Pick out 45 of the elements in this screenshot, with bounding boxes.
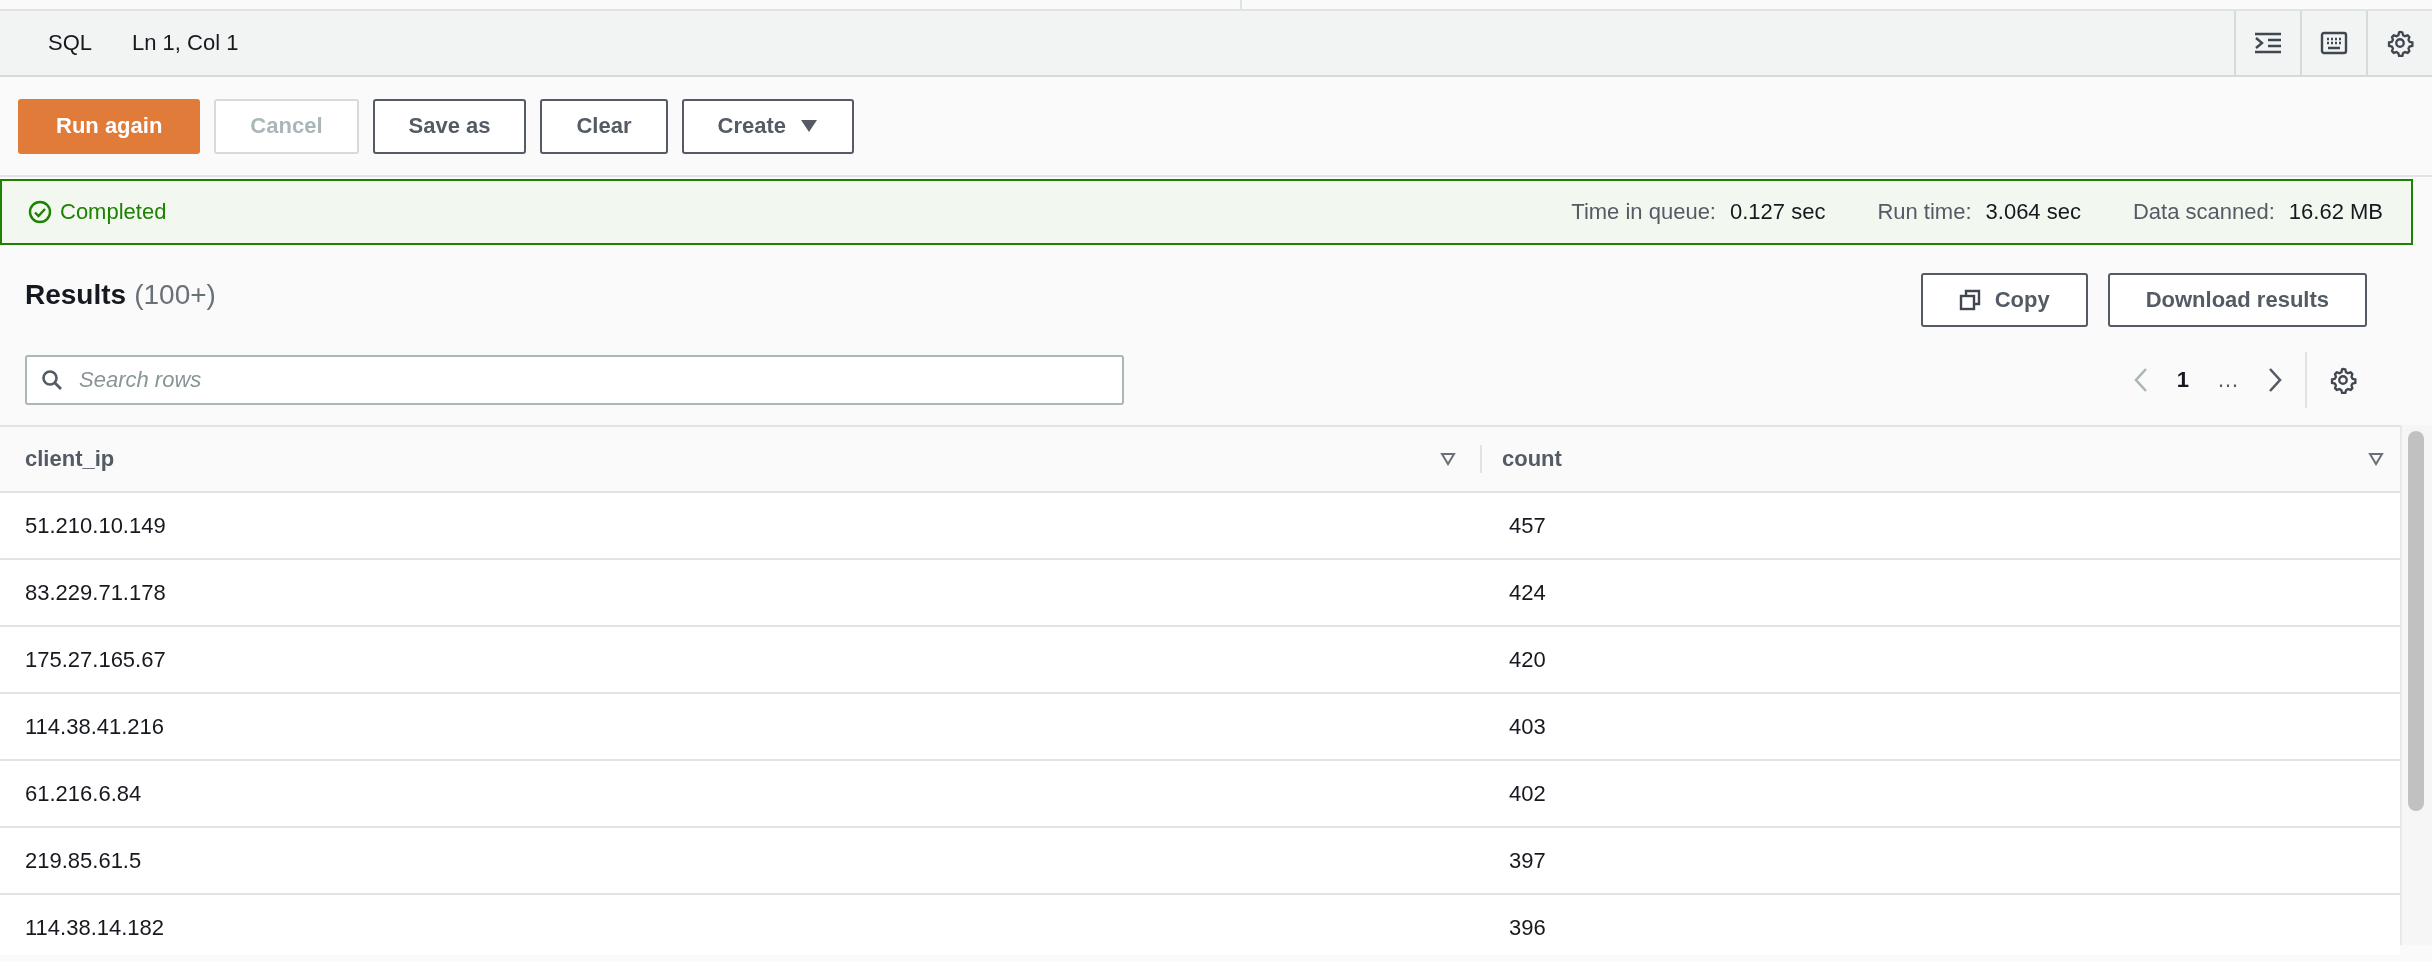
table-cell-text: 420: [1508, 645, 1546, 674]
cursor-position: Ln 1, Col 1: [132, 30, 239, 56]
stat-label: Time in queue:: [1571, 199, 1716, 225]
table-cell-text: 219.85.61.5: [24, 846, 143, 875]
table-cell-text: 457: [1508, 511, 1546, 540]
dropdown-button[interactable]: Create: [681, 98, 854, 154]
results-count: (100+): [134, 279, 216, 310]
table-cell-text: 175.27.165.67: [24, 645, 167, 674]
toolbar-button[interactable]: Clear: [540, 98, 668, 154]
column-header[interactable]: count: [1502, 446, 1562, 472]
stat-value: 3.064 sec: [1985, 199, 2081, 225]
next-page-icon[interactable]: [2267, 367, 2283, 393]
caret-icon: [800, 119, 818, 133]
column-header[interactable]: client_ip: [25, 446, 115, 472]
table-cell-text: 396: [1508, 913, 1546, 942]
language-label: SQL: [48, 30, 93, 56]
results-title: Results: [25, 279, 127, 310]
table-cell-text: 51.210.10.149: [24, 511, 167, 540]
table-cell-text: 114.38.41.216: [24, 712, 166, 741]
table-cell-text: 424: [1508, 578, 1546, 607]
search-icon: [41, 369, 63, 391]
table-cell-text: 61.216.6.84: [24, 779, 143, 808]
sort-icon[interactable]: [2368, 452, 2384, 466]
page-link[interactable]: 1: [2176, 367, 2189, 393]
table-cell-text: 403: [1508, 712, 1546, 741]
stat-value: 16.62 MB: [2288, 199, 2383, 225]
scrollbar-thumb[interactable]: [2408, 431, 2424, 811]
table-cell-text: 402: [1508, 779, 1546, 808]
check-circle-icon: [28, 200, 52, 224]
status-text: Completed: [60, 199, 167, 225]
page-link[interactable]: …: [2217, 367, 2239, 393]
sort-icon[interactable]: [1440, 452, 1456, 466]
stat-value: 0.127 sec: [1730, 199, 1826, 225]
copy-icon: [1958, 289, 1981, 311]
copy-button[interactable]: Copy: [1920, 273, 2088, 327]
scrollbar[interactable]: [2400, 425, 2432, 945]
toolbar-button[interactable]: Save as: [372, 98, 527, 154]
search-field[interactable]: Search rows: [25, 355, 1124, 405]
table-cell-text: 83.229.71.178: [24, 578, 167, 607]
download-button[interactable]: Download results: [2107, 273, 2367, 327]
stat-label: Run time:: [1877, 199, 1972, 225]
settings-icon[interactable]: [2329, 366, 2357, 394]
stat-label: Data scanned:: [2132, 199, 2275, 225]
table-cell-text: 397: [1508, 846, 1546, 875]
table-cell-text: 114.38.14.182: [24, 913, 166, 942]
